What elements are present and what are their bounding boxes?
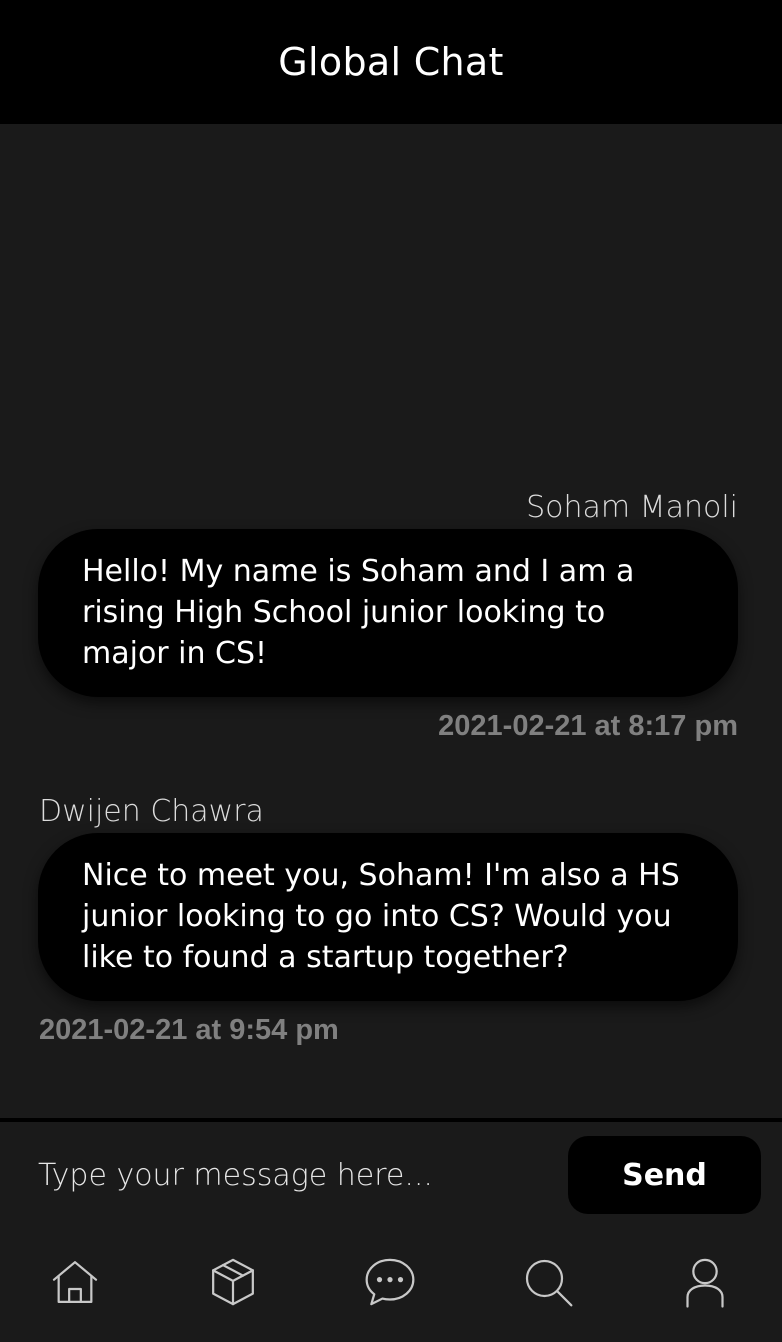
send-button[interactable]: Send	[568, 1136, 761, 1214]
home-icon	[52, 1261, 98, 1303]
message-list[interactable]: Soham Manoli Hello! My name is Soham and…	[0, 124, 782, 1118]
message-bubble: Hello! My name is Soham and I am a risin…	[38, 529, 738, 697]
nav-item-home[interactable]	[35, 1242, 115, 1322]
search-icon	[525, 1259, 573, 1307]
user-icon	[686, 1258, 724, 1308]
message-text: Nice to meet you, Soham! I'm also a HS j…	[82, 858, 680, 975]
message-sender: Dwijen Chawra	[39, 794, 264, 829]
message-input[interactable]	[38, 1144, 548, 1206]
message-bubble: Nice to meet you, Soham! I'm also a HS j…	[38, 833, 738, 1001]
nav-item-chat[interactable]	[350, 1242, 430, 1322]
header-bar: Global Chat	[0, 0, 782, 124]
message-sender: Soham Manoli	[526, 490, 738, 525]
message-text: Hello! My name is Soham and I am a risin…	[82, 554, 635, 671]
message-timestamp: 2021-02-21 at 8:17 pm	[438, 710, 738, 742]
chat-bubble-icon	[365, 1258, 415, 1306]
cube-icon	[212, 1258, 254, 1306]
page-title: Global Chat	[278, 40, 504, 84]
nav-item-search[interactable]	[508, 1242, 588, 1322]
bottom-nav	[0, 1228, 782, 1342]
nav-item-explore[interactable]	[193, 1242, 273, 1322]
nav-item-profile[interactable]	[665, 1242, 745, 1322]
message-composer: Send	[0, 1122, 782, 1228]
message-timestamp: 2021-02-21 at 9:54 pm	[39, 1014, 339, 1046]
